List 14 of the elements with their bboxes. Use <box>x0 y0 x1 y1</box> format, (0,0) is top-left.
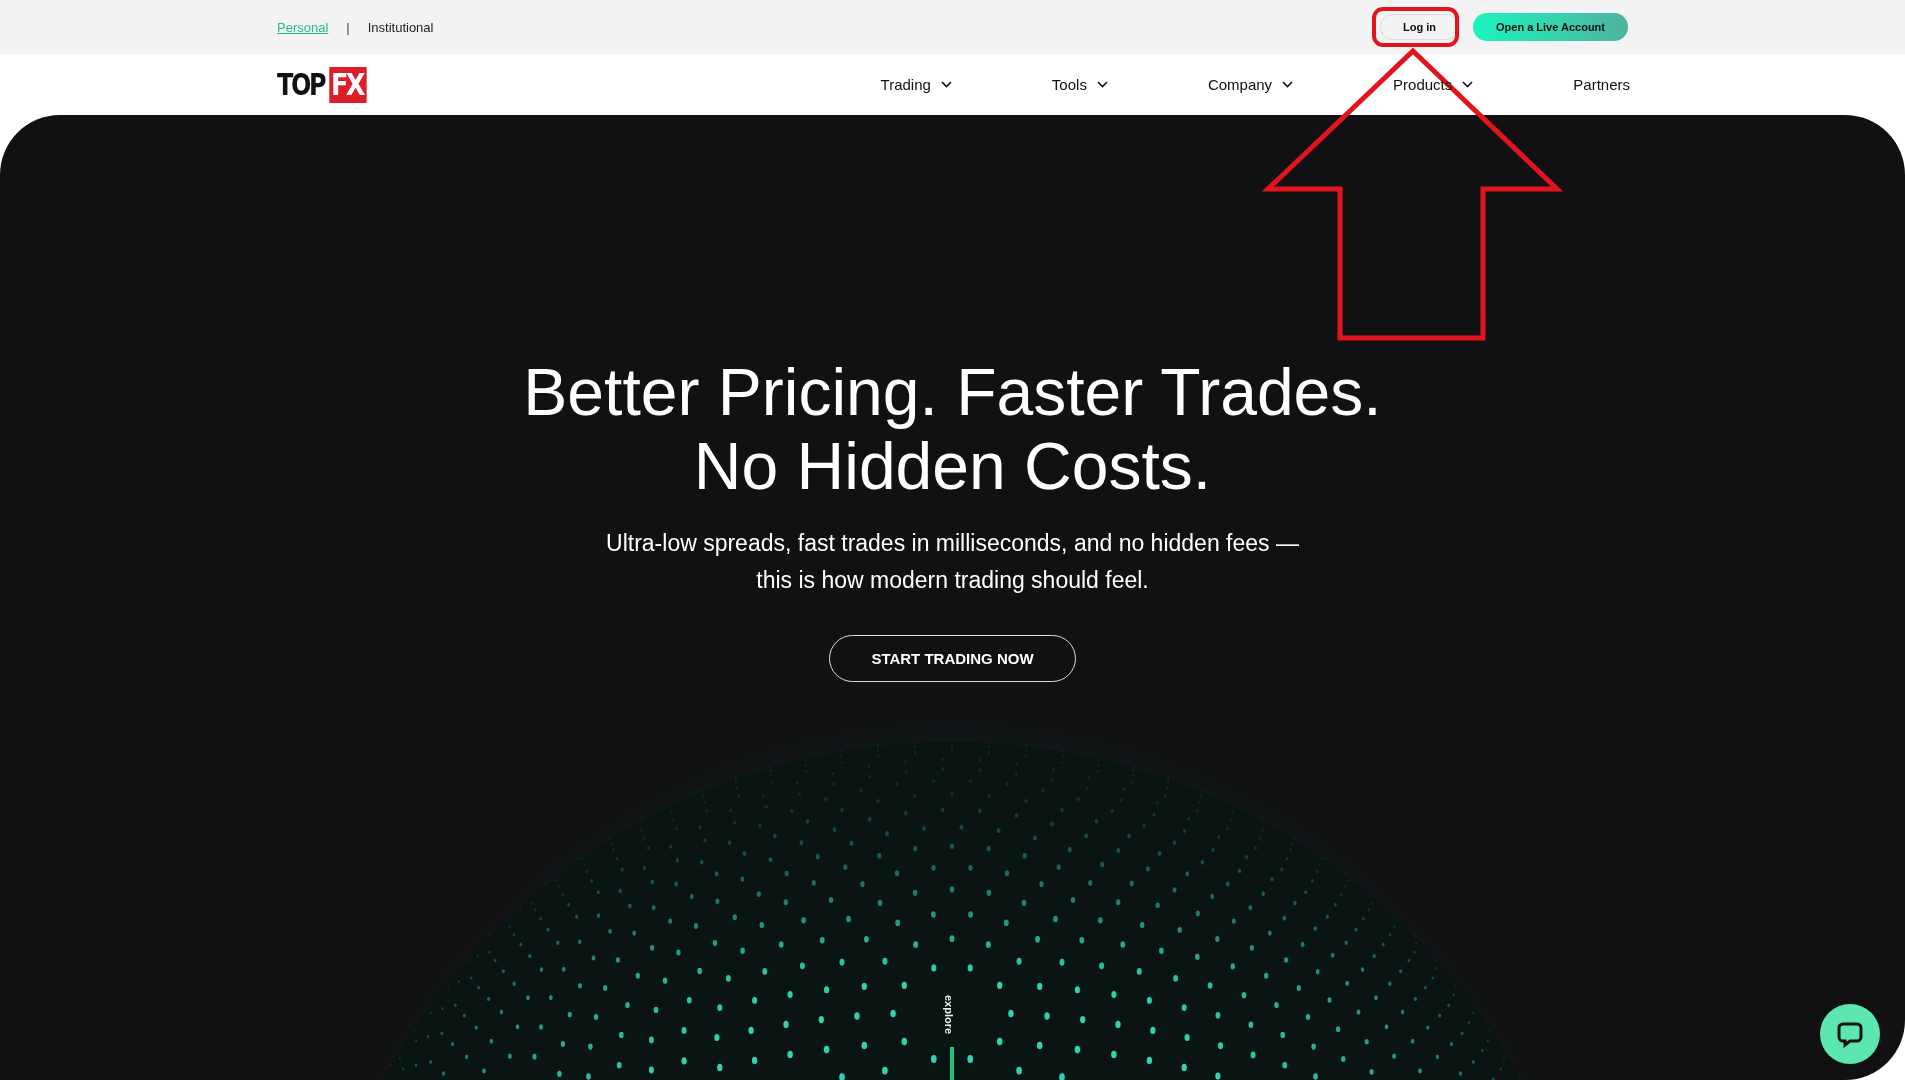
segment-link[interactable]: Institutional <box>367 19 434 35</box>
hero-headline: Better Pricing. Faster Trades. No Hidden Costs. <box>523 355 1382 503</box>
hero-subtitle: Ultra-low spreads, fast trades in milliseconds, and no hidden fees — this is how modern trading should feel. <box>606 529 1299 595</box>
nav-link[interactable]: Company <box>1207 76 1294 93</box>
nav-link[interactable]: Partners <box>1573 76 1630 93</box>
chat-button[interactable] <box>1820 1004 1880 1064</box>
explore-label[interactable]: explore <box>943 995 955 1035</box>
logo[interactable]: TOP FX <box>277 66 370 103</box>
separator: | <box>346 19 350 35</box>
nav-link[interactable]: Trading <box>880 76 952 93</box>
chat-bubble-icon <box>1836 1020 1864 1048</box>
nav-link[interactable]: Tools <box>1051 76 1108 93</box>
scroll-indicator <box>950 1047 954 1080</box>
open-account-button[interactable]: Open a Live Account <box>1473 13 1628 41</box>
